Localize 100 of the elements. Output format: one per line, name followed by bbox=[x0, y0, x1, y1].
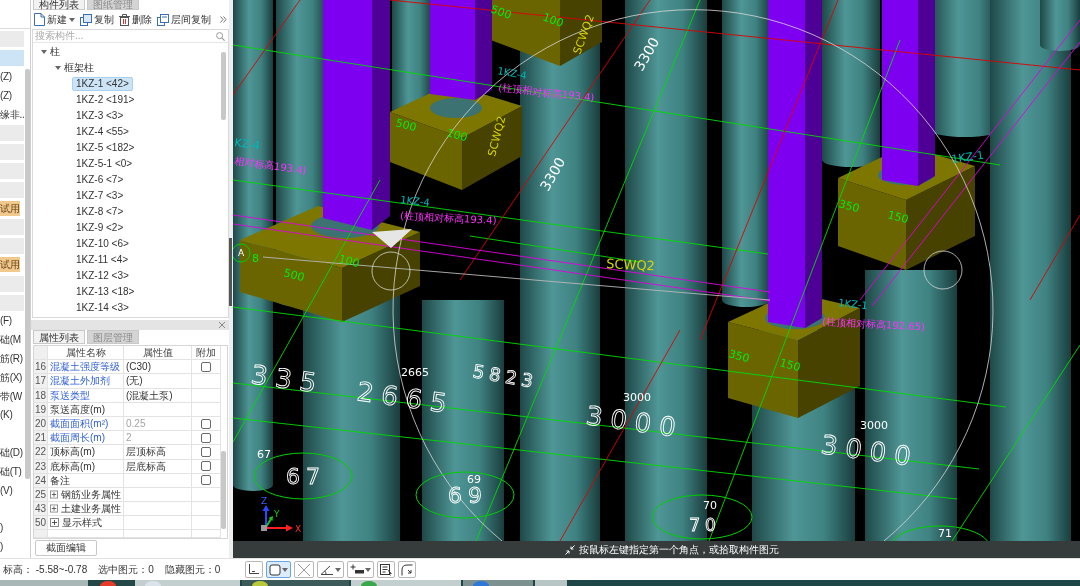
dimension-label: 3000 bbox=[819, 429, 921, 473]
tool-button[interactable] bbox=[347, 561, 374, 578]
sidebar-item[interactable]: 础(T) bbox=[0, 464, 22, 479]
panel-tab[interactable]: 构件列表 bbox=[33, 0, 85, 10]
property-value[interactable]: 层底标高 bbox=[124, 459, 192, 474]
property-name: 泵送类型 bbox=[48, 388, 124, 403]
sidebar-item[interactable]: (Z) bbox=[0, 70, 12, 84]
sidebar-item[interactable]: 缘非.. bbox=[0, 107, 25, 122]
app-icon bbox=[473, 581, 489, 586]
tree-item[interactable]: 1KZ-11 <4> bbox=[72, 253, 133, 267]
chevrons-icon bbox=[220, 16, 227, 23]
tree-item[interactable]: 1KZ-5 <182> bbox=[72, 141, 139, 155]
pointer-marker bbox=[372, 229, 412, 248]
tree-item[interactable]: 1KZ-2 <191> bbox=[72, 93, 139, 107]
taskbar-button[interactable] bbox=[242, 580, 349, 586]
checkbox[interactable] bbox=[201, 461, 211, 472]
tree-item[interactable]: 1KZ-6 <7> bbox=[72, 173, 128, 187]
sidebar-item[interactable]: (F) bbox=[0, 314, 12, 329]
tree-item[interactable]: 框架柱 bbox=[64, 62, 94, 74]
property-value[interactable]: (C30) bbox=[124, 360, 192, 375]
tree-item[interactable]: 1KZ-8 <7> bbox=[72, 205, 128, 219]
tree-item[interactable]: 1KZ-13 <18> bbox=[72, 285, 139, 299]
row-number: 17 bbox=[34, 374, 48, 389]
dimension-label: 5823 bbox=[471, 360, 540, 393]
tree-item[interactable]: 1KZ-4 <55> bbox=[72, 125, 133, 139]
scrollbar-thumb[interactable] bbox=[221, 52, 226, 120]
property-value[interactable]: (无) bbox=[124, 374, 192, 389]
sidebar-item[interactable]: (V) bbox=[0, 483, 13, 498]
sidebar-item[interactable]: 础(M bbox=[0, 333, 21, 348]
dimension-label: 100 bbox=[540, 10, 566, 30]
axis-label: X bbox=[295, 524, 302, 534]
corner-icon bbox=[248, 564, 260, 575]
expand-icon[interactable] bbox=[50, 518, 59, 528]
property-value[interactable]: (混凝土泵) bbox=[124, 388, 192, 403]
delete-button[interactable]: 删除 bbox=[118, 11, 153, 28]
column-header: 附加 bbox=[192, 346, 221, 361]
dimension-label: 350 bbox=[837, 197, 861, 216]
caret-icon[interactable] bbox=[55, 66, 61, 70]
wall-label: SCWQ2 bbox=[605, 256, 656, 274]
property-name: 混凝土外加剂 bbox=[48, 374, 124, 389]
splitter-handle[interactable] bbox=[229, 238, 232, 306]
tree-item[interactable]: 柱 bbox=[50, 46, 60, 58]
property-name: 泵送高度(m) bbox=[48, 402, 124, 417]
scrollbar-thumb[interactable] bbox=[221, 451, 226, 529]
checkbox[interactable] bbox=[201, 361, 211, 372]
search-icon[interactable] bbox=[216, 31, 225, 41]
close-icon[interactable] bbox=[219, 322, 225, 328]
tree-item[interactable]: 1KZ-3 <3> bbox=[72, 109, 128, 123]
prompt-text: 按鼠标左键指定第一个角点，或拾取构件图元 bbox=[578, 543, 779, 556]
sidebar-item[interactable]: ) bbox=[0, 521, 4, 536]
scrollbar-thumb[interactable] bbox=[25, 69, 30, 479]
copy-button[interactable]: 复制 bbox=[79, 11, 115, 28]
tool-button[interactable] bbox=[245, 561, 263, 578]
expand-icon[interactable] bbox=[50, 504, 58, 514]
sidebar-item[interactable]: 试用 bbox=[0, 201, 20, 217]
taskbar-button[interactable] bbox=[90, 580, 133, 586]
plus-bar-icon bbox=[350, 564, 364, 575]
search-field[interactable]: 搜索构件... bbox=[33, 30, 214, 42]
status-text: 选中图元：0 bbox=[98, 563, 154, 576]
tool-button[interactable] bbox=[317, 561, 344, 578]
sidebar-item[interactable]: ) bbox=[0, 539, 4, 554]
tool-button[interactable] bbox=[266, 561, 291, 578]
property-name: 备注 bbox=[48, 473, 124, 488]
floor-copy-button[interactable]: 层间复制 bbox=[156, 11, 212, 28]
sidebar-item[interactable]: (K) bbox=[0, 408, 13, 423]
caret-icon[interactable] bbox=[41, 50, 47, 54]
x-axis-arrow bbox=[265, 524, 293, 532]
tree-item[interactable]: 1KZ-12 <3> bbox=[72, 269, 133, 283]
tree-item[interactable]: 1KZ-7 <3> bbox=[72, 189, 128, 203]
sidebar-item[interactable]: 筋(R) bbox=[0, 351, 23, 366]
tree-item[interactable]: 1KZ-5-1 <0> bbox=[72, 157, 137, 171]
checkbox[interactable] bbox=[201, 475, 211, 486]
new-button[interactable]: 新建 bbox=[33, 11, 76, 28]
tree-item[interactable]: 1KZ-9 <2> bbox=[72, 221, 128, 235]
tree-item[interactable]: 1KZ-10 <6> bbox=[72, 237, 133, 251]
sidebar-item[interactable]: 础(D) bbox=[0, 445, 23, 460]
dimension-label: 150 bbox=[778, 356, 802, 375]
component-label: 1KZ-1 bbox=[950, 148, 985, 166]
checkbox[interactable] bbox=[201, 446, 211, 457]
tree-item[interactable]: 1KZ-14 <3> bbox=[72, 301, 133, 315]
sidebar-item[interactable]: 试用 bbox=[0, 257, 20, 273]
axis-number: 67 bbox=[286, 464, 326, 489]
section-edit-button[interactable]: 截面编辑 bbox=[35, 540, 97, 557]
app-icon bbox=[361, 581, 377, 586]
property-group-name: 土建业务属性 bbox=[61, 502, 121, 516]
sidebar-item[interactable]: 带(W bbox=[0, 389, 22, 404]
checkbox[interactable] bbox=[201, 418, 211, 429]
checkbox[interactable] bbox=[201, 432, 211, 443]
property-value[interactable]: 层顶标高 bbox=[124, 445, 192, 460]
app-icon bbox=[252, 581, 268, 586]
tree-item[interactable]: 1KZ-1 <42> bbox=[72, 77, 133, 91]
panel-tab[interactable]: 属性列表 bbox=[33, 330, 85, 344]
tool-button[interactable] bbox=[377, 561, 395, 578]
sidebar-item[interactable]: 筋(X) bbox=[0, 370, 23, 385]
app-icon bbox=[145, 581, 161, 586]
sidebar-item[interactable]: (Z) bbox=[0, 88, 12, 103]
expand-icon[interactable] bbox=[50, 489, 58, 499]
origin-cube-icon bbox=[261, 525, 267, 531]
dimension-label: 500 bbox=[488, 2, 514, 22]
property-name: 顶标高(m) bbox=[48, 445, 124, 460]
